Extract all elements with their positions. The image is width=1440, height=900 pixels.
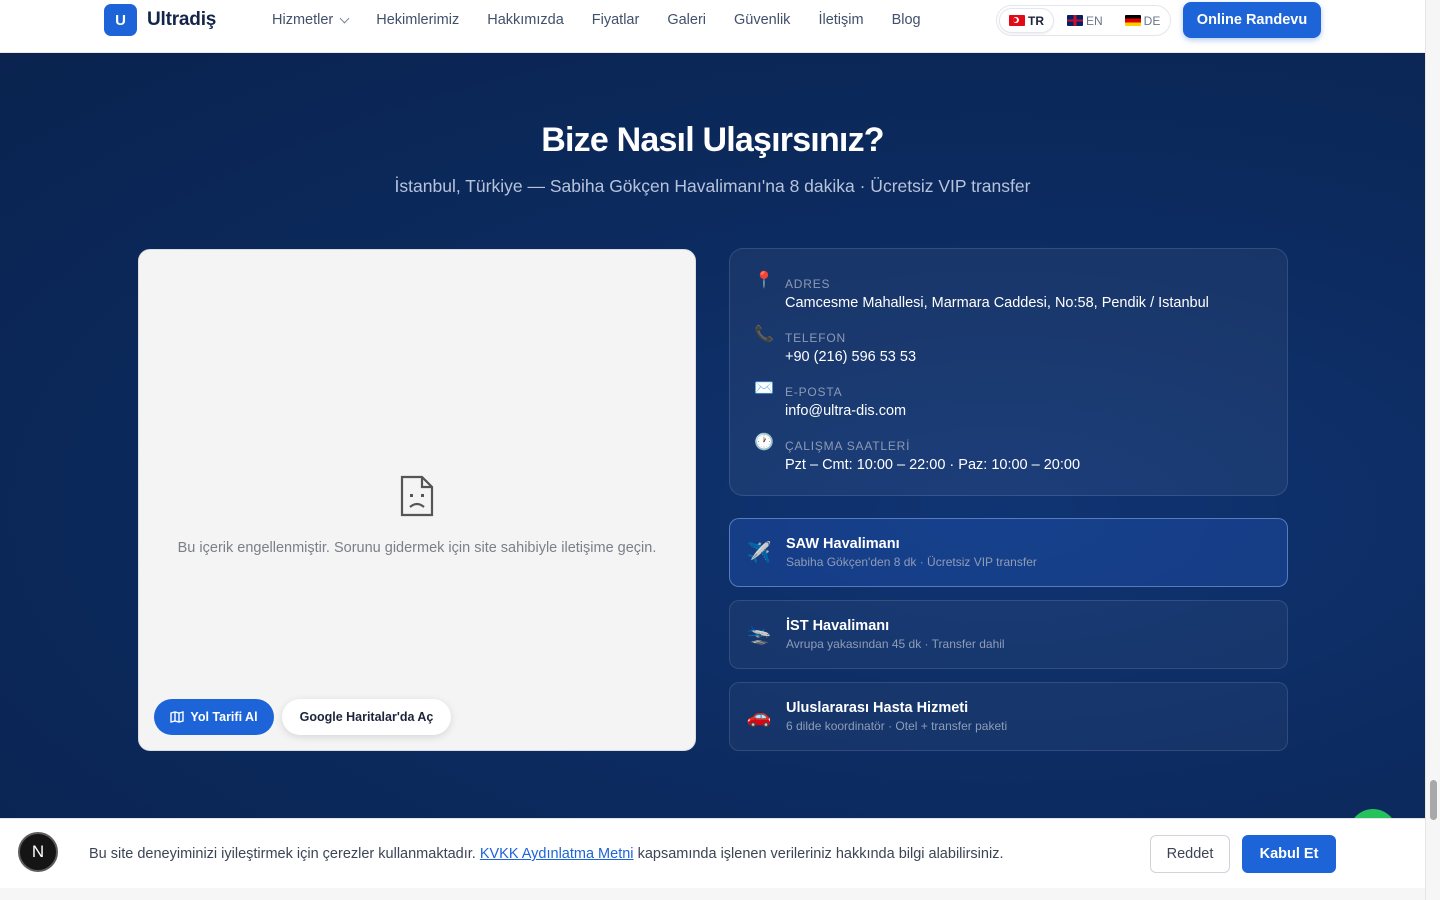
logo[interactable]: U Ultradiş — [104, 4, 216, 36]
hours-row: 🕐 ÇALIŞMA SAATLERİ Pzt – Cmt: 10:00 – 22… — [753, 433, 1080, 473]
transport-card-international[interactable]: 🚗 Uluslararası Hasta Hizmeti 6 dilde koo… — [729, 682, 1288, 751]
section-subtitle: İstanbul, Türkiye — Sabiha Gökçen Havali… — [394, 176, 1031, 196]
email-row: ✉️ E-POSTA info@ultra-dis.com — [753, 379, 906, 419]
nav-item-safety[interactable]: Güvenlik — [734, 12, 790, 28]
contact-info-card: 📍 ADRES Camcesme Mahallesi, Marmara Cadd… — [729, 248, 1288, 496]
email-label: E-POSTA — [785, 385, 843, 399]
scrollbar-thumb[interactable] — [1430, 780, 1437, 820]
sad-document-icon — [400, 475, 434, 517]
airplane-landing-icon: 🛬 — [746, 624, 772, 646]
nav-item-prices[interactable]: Fiyatlar — [592, 12, 640, 28]
nav-item-services[interactable]: Hizmetler — [272, 12, 350, 28]
nav-item-about[interactable]: Hakkımızda — [487, 12, 564, 28]
map-pin-icon: 📍 — [754, 272, 774, 289]
email-value[interactable]: info@ultra-dis.com — [785, 403, 906, 419]
car-icon: 🚗 — [746, 706, 772, 728]
page-bottom-edge — [0, 888, 1425, 900]
framework-badge[interactable]: N — [18, 832, 58, 872]
language-tr-button[interactable]: TR — [999, 8, 1054, 33]
transport-title: SAW Havalimanı — [786, 536, 900, 552]
language-en-button[interactable]: EN — [1058, 8, 1112, 33]
nav-item-doctors[interactable]: Hekimlerimiz — [376, 12, 459, 28]
get-directions-button[interactable]: Yol Tarifi Al — [154, 699, 274, 735]
nav-item-contact[interactable]: İletişim — [818, 12, 863, 28]
transport-subtitle: Sabiha Gökçen'den 8 dk · Ücretsiz VIP tr… — [786, 555, 1037, 569]
phone-icon: 📞 — [754, 326, 774, 343]
germany-flag-icon — [1124, 15, 1141, 26]
transport-subtitle: Avrupa yakasından 45 dk · Transfer dahil — [786, 637, 1005, 651]
main-nav: Hizmetler Hekimlerimiz Hakkımızda Fiyatl… — [272, 0, 921, 40]
language-de-button[interactable]: DE — [1116, 8, 1170, 33]
language-label: TR — [1028, 13, 1044, 28]
transport-card-ist[interactable]: 🛬 İST Havalimanı Avrupa yakasından 45 dk… — [729, 600, 1288, 669]
section-title: Bize Nasıl Ulaşırsınız? — [541, 121, 884, 159]
nav-item-blog[interactable]: Blog — [892, 12, 921, 28]
address-value: Camcesme Mahallesi, Marmara Caddesi, No:… — [785, 295, 1209, 311]
phone-label: TELEFON — [785, 331, 846, 345]
language-switcher: TR EN DE — [996, 5, 1171, 36]
transport-card-saw[interactable]: ✈️ SAW Havalimanı Sabiha Gökçen'den 8 dk… — [729, 518, 1288, 587]
hours-value: Pzt – Cmt: 10:00 – 22:00 · Paz: 10:00 – … — [785, 457, 1081, 473]
airplane-icon: ✈️ — [746, 542, 772, 564]
map-icon — [170, 711, 185, 723]
language-label: DE — [1143, 13, 1161, 28]
cookie-text-after: kapsamında işlenen verileriniz hakkında … — [637, 846, 1004, 862]
how-to-reach-section: Bize Nasıl Ulaşırsınız? İstanbul, Türkiy… — [0, 53, 1425, 857]
transport-subtitle: 6 dilde koordinatör · Otel + transfer pa… — [786, 719, 1008, 733]
blocked-content: Bu içerik engellenmiştir. Sorunu giderme… — [139, 475, 695, 556]
cookie-text-before: Bu site deneyiminizi iyileştirmek için ç… — [89, 846, 476, 862]
blocked-message: Bu içerik engellenmiştir. Sorunu giderme… — [177, 540, 657, 556]
cookie-message: Bu site deneyiminizi iyileştirmek için ç… — [89, 846, 1003, 862]
open-google-maps-button[interactable]: Google Haritalar'da Aç — [282, 699, 451, 735]
cookie-banner: N Bu site deneyiminizi iyileştirmek için… — [0, 818, 1425, 888]
transport-title: Uluslararası Hasta Hizmeti — [786, 700, 969, 716]
turkey-flag-icon — [1009, 15, 1025, 26]
phone-value[interactable]: +90 (216) 596 53 53 — [785, 349, 916, 365]
phone-row: 📞 TELEFON +90 (216) 596 53 53 — [753, 325, 916, 365]
address-label: ADRES — [785, 277, 831, 291]
site-header: U Ultradiş Hizmetler Hekimlerimiz Hakkım… — [0, 0, 1425, 53]
envelope-icon: ✉️ — [754, 380, 774, 397]
accept-cookies-button[interactable]: Kabul Et — [1242, 835, 1336, 873]
address-row: 📍 ADRES Camcesme Mahallesi, Marmara Cadd… — [753, 271, 1209, 311]
kvkk-link[interactable]: KVKK Aydınlatma Metni — [480, 846, 634, 862]
chevron-down-icon — [339, 13, 350, 23]
clock-icon: 🕐 — [754, 434, 774, 451]
reject-cookies-button[interactable]: Reddet — [1150, 835, 1230, 873]
hours-label: ÇALIŞMA SAATLERİ — [785, 439, 911, 453]
logo-text: Ultradiş — [147, 9, 217, 30]
page-scrollbar[interactable] — [1425, 0, 1440, 900]
logo-mark: U — [104, 4, 137, 36]
transport-title: İST Havalimanı — [786, 618, 890, 634]
uk-flag-icon — [1067, 15, 1083, 26]
get-directions-label: Yol Tarifi Al — [190, 710, 258, 724]
nav-item-gallery[interactable]: Galeri — [667, 12, 706, 28]
map-embed: Bu içerik engellenmiştir. Sorunu giderme… — [138, 249, 696, 751]
language-label: EN — [1086, 13, 1103, 28]
nav-item-label: Hizmetler — [272, 12, 334, 28]
online-appointment-button[interactable]: Online Randevu — [1183, 2, 1321, 38]
